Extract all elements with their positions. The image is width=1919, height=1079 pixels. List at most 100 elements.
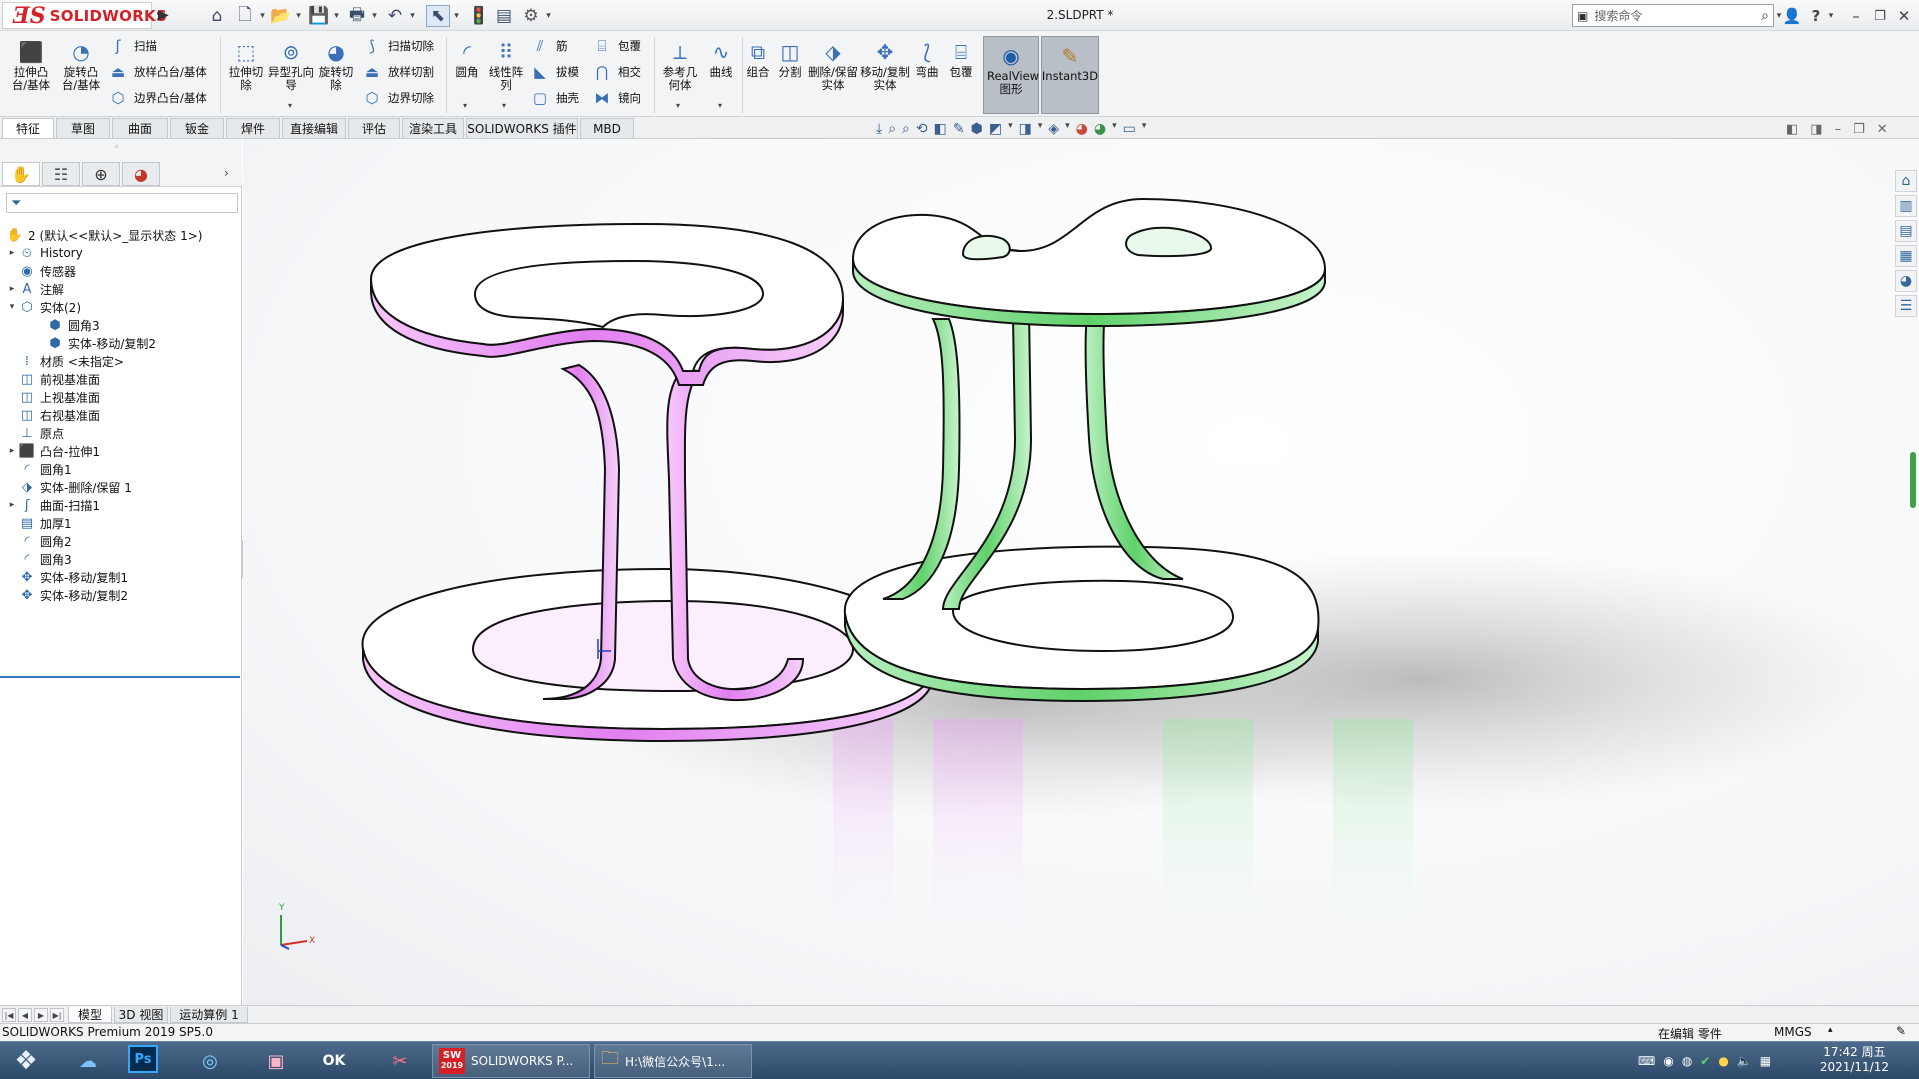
minimize-icon[interactable]: – bbox=[1846, 5, 1866, 27]
chevron-down-icon[interactable]: ▾ bbox=[544, 5, 553, 27]
wrap-button[interactable]: ⌸ 包覆 bbox=[592, 35, 641, 57]
chevron-down-icon[interactable]: ▾ bbox=[6, 302, 18, 312]
display-manager-tab-icon[interactable]: ◕ bbox=[122, 162, 160, 186]
baidu-netdisk-icon[interactable]: ☁ bbox=[68, 1045, 108, 1077]
chevron-down-icon[interactable]: ▾ bbox=[288, 101, 292, 110]
chevron-right-icon[interactable]: ▸ bbox=[6, 284, 18, 294]
delete-keep-body-button[interactable]: ⬗ 删除/保留实体 bbox=[808, 39, 858, 92]
edit-appearance-icon[interactable]: ◈ bbox=[1048, 121, 1059, 141]
tree-item[interactable]: ▸ ⏲ History bbox=[6, 243, 83, 263]
display-style-icon[interactable]: ◩ bbox=[989, 121, 1002, 141]
chevron-up-icon[interactable]: ▴ bbox=[1828, 1025, 1833, 1035]
tree-item[interactable]: ▤ 加厚1 bbox=[6, 513, 72, 533]
volume-icon[interactable]: 🔈 bbox=[1737, 1054, 1752, 1068]
help-icon[interactable]: ? bbox=[1806, 5, 1826, 27]
doc-close-icon[interactable]: ✕ bbox=[1877, 122, 1888, 137]
next-tab-icon[interactable]: ▶ bbox=[34, 1008, 48, 1022]
fillet-button[interactable]: ◜ 圆角 bbox=[450, 39, 484, 79]
feature-manager-tab-icon[interactable]: ✋ bbox=[2, 162, 40, 186]
last-tab-icon[interactable]: ▶| bbox=[50, 1008, 64, 1022]
instant3d-button[interactable]: ✎ Instant3D bbox=[1041, 36, 1099, 114]
tree-item[interactable]: ✥ 实体-移动/复制2 bbox=[6, 585, 128, 605]
hole-wizard-button[interactable]: ⊚ 异型孔向导 bbox=[268, 39, 314, 92]
monitor-icon[interactable]: ▭ bbox=[1123, 121, 1136, 141]
combine-button[interactable]: ⧉ 组合 bbox=[744, 39, 772, 79]
chevron-down-icon[interactable]: ▾ bbox=[332, 5, 341, 27]
tray-app-icon[interactable]: ● bbox=[1718, 1054, 1728, 1068]
tree-item[interactable]: ◫ 右视基准面 bbox=[6, 405, 100, 425]
hide-show-items-icon[interactable]: ◨ bbox=[1019, 121, 1032, 141]
tree-item[interactable]: ▸ ʃ 曲面-扫描1 bbox=[6, 495, 100, 515]
shell-button[interactable]: ▢ 抽壳 bbox=[530, 87, 579, 109]
tab-render-tools[interactable]: 渲染工具 bbox=[402, 118, 464, 138]
chevron-right-icon[interactable]: ▸ bbox=[6, 500, 18, 510]
tree-item[interactable]: ◉ 传感器 bbox=[6, 261, 76, 281]
flex-button[interactable]: ⟅ 弯曲 bbox=[912, 39, 942, 79]
chevron-down-icon[interactable]: ▾ bbox=[258, 5, 267, 27]
search-box[interactable]: ▣ 搜索命令 ⌕ bbox=[1572, 4, 1774, 27]
chevron-right-icon[interactable]: ▸ bbox=[6, 248, 18, 258]
rollback-bar[interactable] bbox=[0, 676, 240, 678]
tree-root[interactable]: ✋ 2 (默认<<默认>_显示状态 1>) bbox=[6, 225, 203, 245]
home-icon[interactable]: ⌂ bbox=[1895, 170, 1917, 192]
solidworks-logo[interactable]: ƎS SOLIDWORKS bbox=[2, 2, 167, 29]
appearances-icon[interactable]: ◕ bbox=[1895, 270, 1917, 292]
chevron-down-icon[interactable]: ▾ bbox=[463, 101, 467, 110]
menu-expand-icon[interactable]: ▶ bbox=[158, 7, 170, 25]
tree-item[interactable]: ▸ ⬛ 凸台-拉伸1 bbox=[6, 441, 100, 461]
property-manager-tab-icon[interactable]: ☷ bbox=[42, 162, 80, 186]
tab-features[interactable]: 特征 bbox=[2, 118, 54, 138]
first-tab-icon[interactable]: |◀ bbox=[2, 1008, 16, 1022]
chevron-right-icon[interactable]: › bbox=[224, 166, 229, 180]
tab-direct-editing[interactable]: 直接编辑 bbox=[282, 118, 346, 138]
chevron-down-icon[interactable]: ▾ bbox=[452, 5, 461, 27]
tool-app-icon[interactable]: ✂ bbox=[380, 1045, 420, 1077]
tree-item[interactable]: ⁞ 材质 <未指定> bbox=[6, 351, 124, 371]
chevron-down-icon[interactable]: ▾ bbox=[1065, 121, 1070, 141]
chevron-down-icon[interactable]: ▾ bbox=[1008, 121, 1013, 141]
keyboard-icon[interactable]: ⌨ bbox=[1638, 1054, 1655, 1068]
view-orientation-icon[interactable]: ⤓ bbox=[876, 121, 882, 141]
pink-body[interactable] bbox=[361, 222, 935, 743]
network-icon[interactable]: ▦ bbox=[1760, 1054, 1771, 1068]
tab-3d-views[interactable]: 3D 视图 bbox=[114, 1007, 168, 1023]
doc-minimize-icon[interactable]: – bbox=[1835, 122, 1842, 137]
tree-item[interactable]: ⬗ 实体-删除/保留 1 bbox=[6, 477, 132, 497]
tab-sheet-metal[interactable]: 钣金 bbox=[170, 118, 224, 138]
photoshop-icon[interactable]: Ps bbox=[128, 1045, 158, 1073]
revolve-boss-button[interactable]: ◔ 旋转凸台/基体 bbox=[58, 39, 104, 92]
model-scene[interactable] bbox=[243, 139, 1919, 1005]
tree-item[interactable]: ⬢ 实体-移动/复制2 bbox=[34, 333, 156, 353]
chevron-down-icon[interactable]: ▾ bbox=[502, 101, 506, 110]
security-icon[interactable]: ✔ bbox=[1700, 1054, 1710, 1068]
view-palette-icon[interactable]: ▦ bbox=[1895, 245, 1917, 267]
mirror-button[interactable]: ⧓ 镜向 bbox=[592, 87, 642, 109]
configuration-manager-tab-icon[interactable]: ⊕ bbox=[82, 162, 120, 186]
boundary-cut-button[interactable]: ⬡ 边界切除 bbox=[362, 87, 434, 109]
chevron-down-icon[interactable]: ▾ bbox=[370, 5, 379, 27]
tree-item[interactable]: ✥ 实体-移动/复制1 bbox=[6, 567, 128, 587]
tree-item[interactable]: ◜ 圆角2 bbox=[6, 531, 71, 551]
design-library-icon[interactable]: ▥ bbox=[1895, 195, 1917, 217]
file-explorer-icon[interactable]: ▤ bbox=[1895, 220, 1917, 242]
search-icon[interactable]: ⌕ bbox=[1761, 8, 1769, 24]
apply-scene-icon[interactable]: ◕ bbox=[1076, 121, 1088, 141]
realview-button[interactable]: ◉ RealView图形 bbox=[983, 36, 1039, 114]
close-icon[interactable]: ✕ bbox=[1894, 5, 1914, 27]
new-document-icon[interactable]: 🗋 bbox=[234, 5, 256, 27]
chevron-down-icon[interactable]: ▾ bbox=[1826, 5, 1836, 27]
unit-system[interactable]: MMGS bbox=[1774, 1025, 1812, 1039]
tab-sketch[interactable]: 草图 bbox=[56, 118, 110, 138]
prev-tab-icon[interactable]: ◀ bbox=[18, 1008, 32, 1022]
split-button[interactable]: ◫ 分割 bbox=[776, 39, 804, 79]
start-button-icon[interactable]: ❖ bbox=[6, 1045, 46, 1077]
tab-model[interactable]: 模型 bbox=[68, 1007, 112, 1023]
rib-button[interactable]: ⫽ 筋 bbox=[530, 35, 568, 57]
select-pointer-icon[interactable]: ⬉ bbox=[426, 5, 450, 27]
tile-right-icon[interactable]: ◨ bbox=[1810, 122, 1822, 137]
print-icon[interactable]: 🖶 bbox=[346, 5, 368, 27]
tree-item[interactable]: ⬢ 圆角3 bbox=[34, 315, 99, 335]
tree-item[interactable]: ◜ 圆角3 bbox=[6, 549, 71, 569]
loft-boss-button[interactable]: ⏏ 放样凸台/基体 bbox=[108, 61, 207, 83]
tree-item[interactable]: ◫ 上视基准面 bbox=[6, 387, 100, 407]
